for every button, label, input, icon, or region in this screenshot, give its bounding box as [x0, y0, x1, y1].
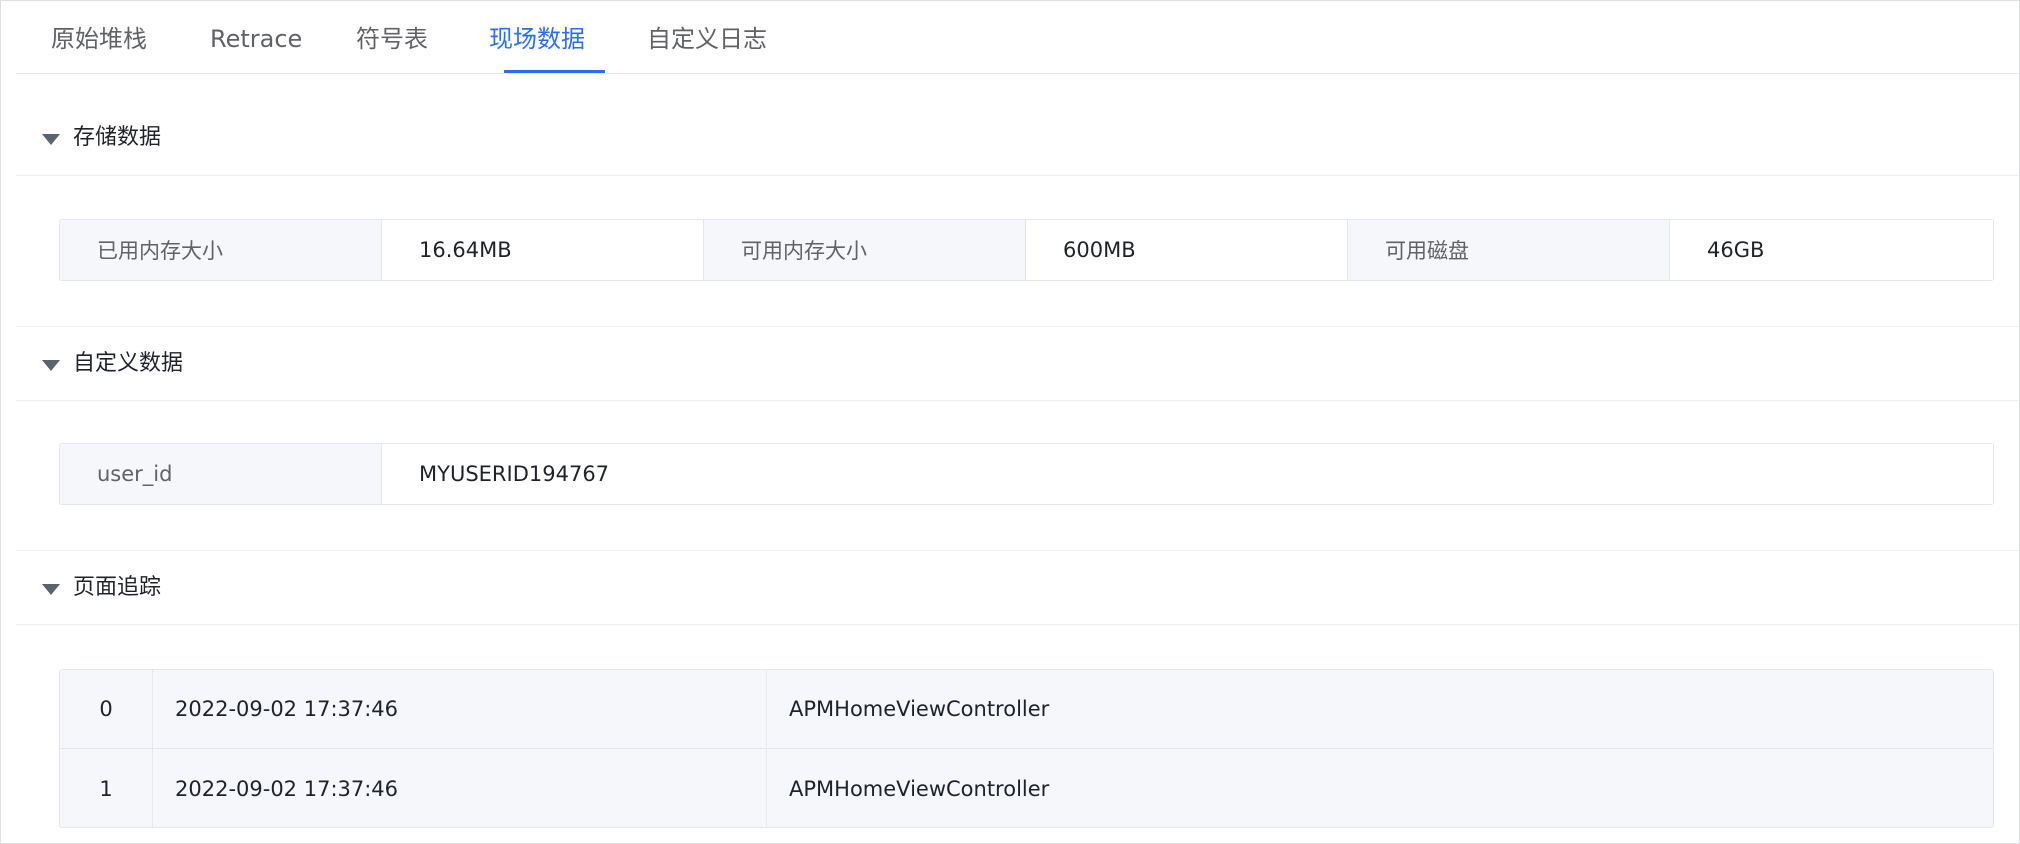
section-header-page-trace[interactable]: 页面追踪 [16, 550, 2020, 625]
available-disk-label: 可用磁盘 [1348, 220, 1670, 280]
storage-data-table: 已用内存大小 16.64MB 可用内存大小 600MB 可用磁盘 46GB [59, 219, 1994, 281]
row-timestamp: 2022-09-02 17:37:46 [153, 749, 767, 827]
tab-retrace[interactable]: Retrace [210, 23, 302, 55]
custom-data-table: user_id MYUSERID194767 [59, 443, 1994, 505]
row-index: 0 [60, 670, 153, 748]
custom-key-label: user_id [60, 444, 382, 504]
available-memory-label: 可用内存大小 [704, 220, 1026, 280]
table-row: 0 2022-09-02 17:37:46 APMHomeViewControl… [60, 670, 1993, 749]
tab-symbol-table[interactable]: 符号表 [356, 23, 428, 55]
caret-down-icon [42, 360, 60, 371]
custom-key-value: MYUSERID194767 [382, 444, 1993, 504]
row-timestamp: 2022-09-02 17:37:46 [153, 670, 767, 748]
tab-bar: 原始堆栈 Retrace 符号表 现场数据 自定义日志 [16, 1, 2020, 74]
available-memory-value: 600MB [1026, 220, 1348, 280]
tab-custom-log[interactable]: 自定义日志 [647, 23, 767, 55]
section-title: 存储数据 [73, 125, 162, 150]
row-page-name: APMHomeViewController [789, 776, 1050, 801]
row-index: 1 [60, 749, 153, 827]
section-header-custom[interactable]: 自定义数据 [16, 326, 2020, 401]
section-title: 页面追踪 [73, 575, 162, 600]
available-disk-value: 46GB [1670, 220, 1993, 280]
caret-down-icon [42, 134, 60, 145]
table-row: 1 2022-09-02 17:37:46 APMHomeViewControl… [60, 749, 1993, 827]
tab-raw-stack[interactable]: 原始堆栈 [51, 23, 147, 55]
detail-panel: 原始堆栈 Retrace 符号表 现场数据 自定义日志 存储数据 已用内存大小 … [0, 0, 2020, 844]
row-page-name: APMHomeViewController [789, 697, 1050, 721]
caret-down-icon [42, 584, 60, 595]
used-memory-label: 已用内存大小 [60, 220, 382, 280]
active-tab-indicator [504, 70, 605, 73]
section-header-storage[interactable]: 存储数据 [16, 101, 2020, 176]
tab-scene-data[interactable]: 现场数据 [489, 23, 585, 55]
section-title: 自定义数据 [73, 351, 184, 376]
used-memory-value: 16.64MB [382, 220, 704, 280]
page-trace-table: 0 2022-09-02 17:37:46 APMHomeViewControl… [59, 669, 1994, 828]
